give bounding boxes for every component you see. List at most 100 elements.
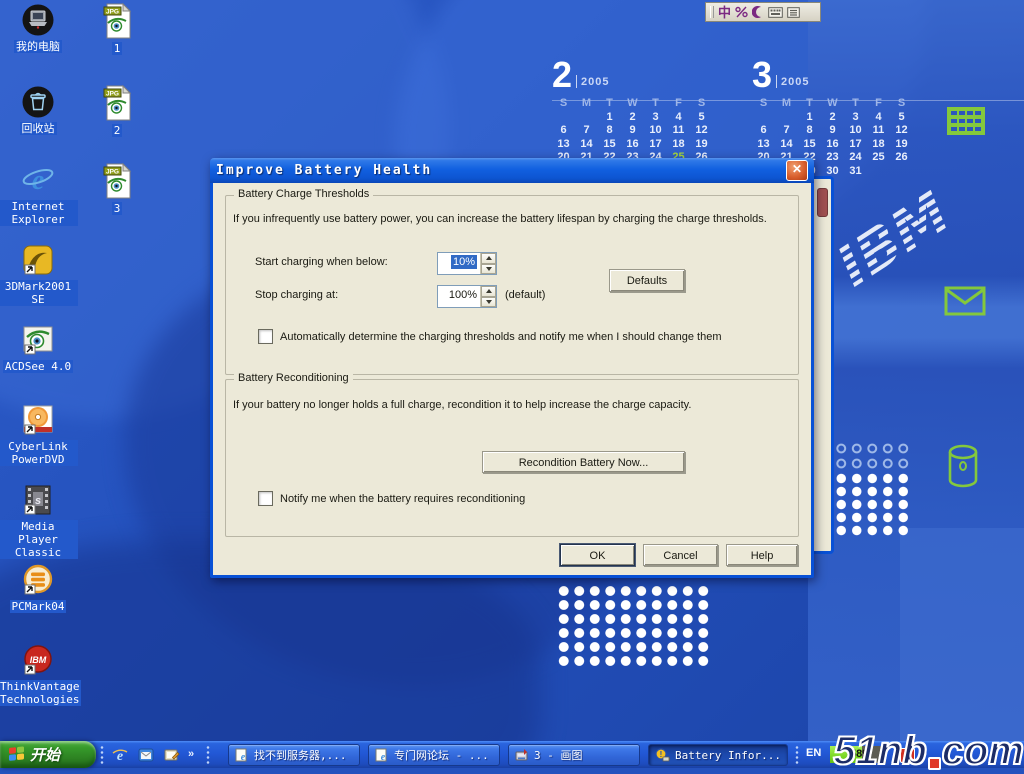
calendar-day: 31	[844, 165, 867, 179]
internet-explorer-icon: e	[21, 163, 55, 197]
calendar-day: 17	[844, 138, 867, 152]
pcmark-icon	[21, 563, 55, 597]
calendar-day: 11	[867, 124, 890, 138]
desktop-icon-my-computer[interactable]: 我的电脑	[0, 3, 78, 55]
chinese-mode-icon[interactable]: 中	[718, 6, 731, 19]
tray-language-indicator[interactable]: EN	[806, 747, 821, 759]
spin-up-button[interactable]	[481, 253, 496, 264]
desktop-icon-jpg-3[interactable]: JPG 3	[77, 163, 157, 217]
close-button[interactable]: ✕	[786, 160, 808, 181]
calendar-day: 16	[621, 138, 644, 152]
calendar-weekday: T	[644, 97, 667, 111]
pen-mode-icon[interactable]	[752, 6, 764, 18]
ie-page-icon: e	[235, 748, 249, 762]
calendar-day: 1	[598, 111, 621, 125]
task-button-paint[interactable]: 3 - 画图	[508, 744, 640, 766]
notify-checkbox[interactable]	[258, 491, 273, 506]
auto-determine-checkbox[interactable]	[258, 329, 273, 344]
icon-label: 1	[112, 42, 123, 55]
help-button[interactable]: Help	[726, 544, 798, 566]
ime-menu-icon[interactable]	[787, 7, 800, 18]
icon-label: Media Player Classic	[0, 520, 78, 559]
cancel-button[interactable]: Cancel	[643, 544, 718, 566]
calendar-weekday: S	[890, 97, 913, 111]
spin-down-button[interactable]	[481, 264, 496, 275]
calendar-day	[752, 111, 775, 125]
calendar-weekday: T	[598, 97, 621, 111]
recondition-battery-button[interactable]: Recondition Battery Now...	[482, 451, 685, 473]
task-button-battery-information[interactable]: ! Battery Infor...	[648, 744, 788, 766]
calendar-day: 8	[798, 124, 821, 138]
spin-down-button[interactable]	[481, 297, 496, 308]
icon-label: 2	[112, 124, 123, 137]
desktop-icon-jpg-1[interactable]: JPG 1	[77, 3, 157, 57]
start-charging-value[interactable]: 10%	[451, 255, 477, 269]
calendar-month-header: 32005	[752, 56, 920, 90]
desktop-icon-acdsee[interactable]: ACDSee 4.0	[0, 323, 78, 375]
ime-drag-handle[interactable]	[710, 6, 714, 18]
dialog-title: Improve Battery Health	[216, 163, 432, 178]
icon-label: 3	[112, 202, 123, 215]
task-button-browser-1[interactable]: e 找不到服务器,...	[228, 744, 360, 766]
desktop-icon-3dmark2001[interactable]: 3DMark2001 SE	[0, 243, 78, 308]
ime-language-bar[interactable]: 中	[705, 2, 821, 22]
ie-page-icon: e	[375, 748, 389, 762]
calendar-day: 18	[867, 138, 890, 152]
taskbar-grip[interactable]	[206, 745, 210, 764]
dialog-client-area: Battery Charge Thresholds If you infrequ…	[213, 183, 811, 575]
calendar-day: 12	[890, 124, 913, 138]
desktop-icon-thinkvantage[interactable]: IBM ThinkVantage Technologies	[0, 643, 78, 708]
defaults-button[interactable]: Defaults	[609, 269, 685, 292]
calendar-day	[867, 165, 890, 179]
desktop-icon-internet-explorer[interactable]: e Internet Explorer	[0, 163, 78, 228]
quick-launch-overflow-chevron[interactable]: »	[188, 744, 194, 764]
jpg-file-icon: JPG	[100, 85, 134, 121]
svg-text:IBM: IBM	[30, 655, 47, 665]
soft-keyboard-icon[interactable]	[768, 7, 783, 18]
watermark-dot	[928, 757, 941, 770]
start-button[interactable]: 开始	[0, 741, 96, 768]
quick-launch-show-desktop-icon[interactable]	[162, 745, 182, 764]
calendar-day: 19	[890, 138, 913, 152]
calendar-year: 2005	[781, 76, 809, 88]
svg-text:e: e	[241, 752, 246, 762]
calendar-weekday: T	[798, 97, 821, 111]
punctuation-mode-icon[interactable]	[735, 6, 748, 18]
powerdvd-icon	[21, 403, 55, 437]
icon-label: 3DMark2001 SE	[0, 280, 78, 306]
calendar-day: 9	[621, 124, 644, 138]
calendar-weekday: M	[575, 97, 598, 111]
desktop-icon-jpg-2[interactable]: JPG 2	[77, 85, 157, 139]
desktop-icon-powerdvd[interactable]: CyberLink PowerDVD	[0, 403, 78, 468]
calendar-day: 9	[821, 124, 844, 138]
calendar-day: 4	[867, 111, 890, 125]
task-label: 3 - 画图	[534, 747, 583, 763]
quick-launch-email-icon[interactable]	[136, 745, 156, 764]
tray-grip[interactable]	[795, 745, 799, 764]
cylinder-icon	[946, 444, 980, 493]
calendar-day: 11	[667, 124, 690, 138]
taskbar-grip[interactable]	[100, 745, 104, 764]
calendar-day: 23	[821, 151, 844, 165]
stop-charging-value[interactable]: 100%	[438, 286, 480, 307]
jpg-file-icon: JPG	[100, 3, 134, 39]
stop-charging-spinner[interactable]: 100%	[437, 285, 497, 308]
calendar-day: 15	[798, 138, 821, 152]
dialog-titlebar[interactable]: Improve Battery Health ✕	[210, 158, 814, 183]
desktop-icon-recycle-bin[interactable]: 回收站	[0, 85, 78, 137]
start-label: 开始	[30, 744, 60, 765]
calendar-day: 17	[644, 138, 667, 152]
calendar-year: 2005	[581, 76, 609, 88]
quick-launch-ie-icon[interactable]: e	[110, 745, 130, 764]
icon-label: PCMark04	[10, 600, 67, 613]
desktop-icon-pcmark04[interactable]: PCMark04	[0, 563, 78, 615]
start-charging-spinner[interactable]: 10%	[437, 252, 497, 275]
watermark-prefix: 51nb	[833, 729, 926, 774]
spin-up-button[interactable]	[481, 286, 496, 297]
desktop-icon-media-player-classic[interactable]: s Media Player Classic	[0, 483, 78, 561]
calendar-day	[552, 111, 575, 125]
recycle-bin-icon	[21, 85, 55, 119]
icon-label: 回收站	[20, 122, 57, 135]
ok-button[interactable]: OK	[560, 544, 635, 566]
task-button-browser-2[interactable]: e 专门网论坛 - ...	[368, 744, 500, 766]
